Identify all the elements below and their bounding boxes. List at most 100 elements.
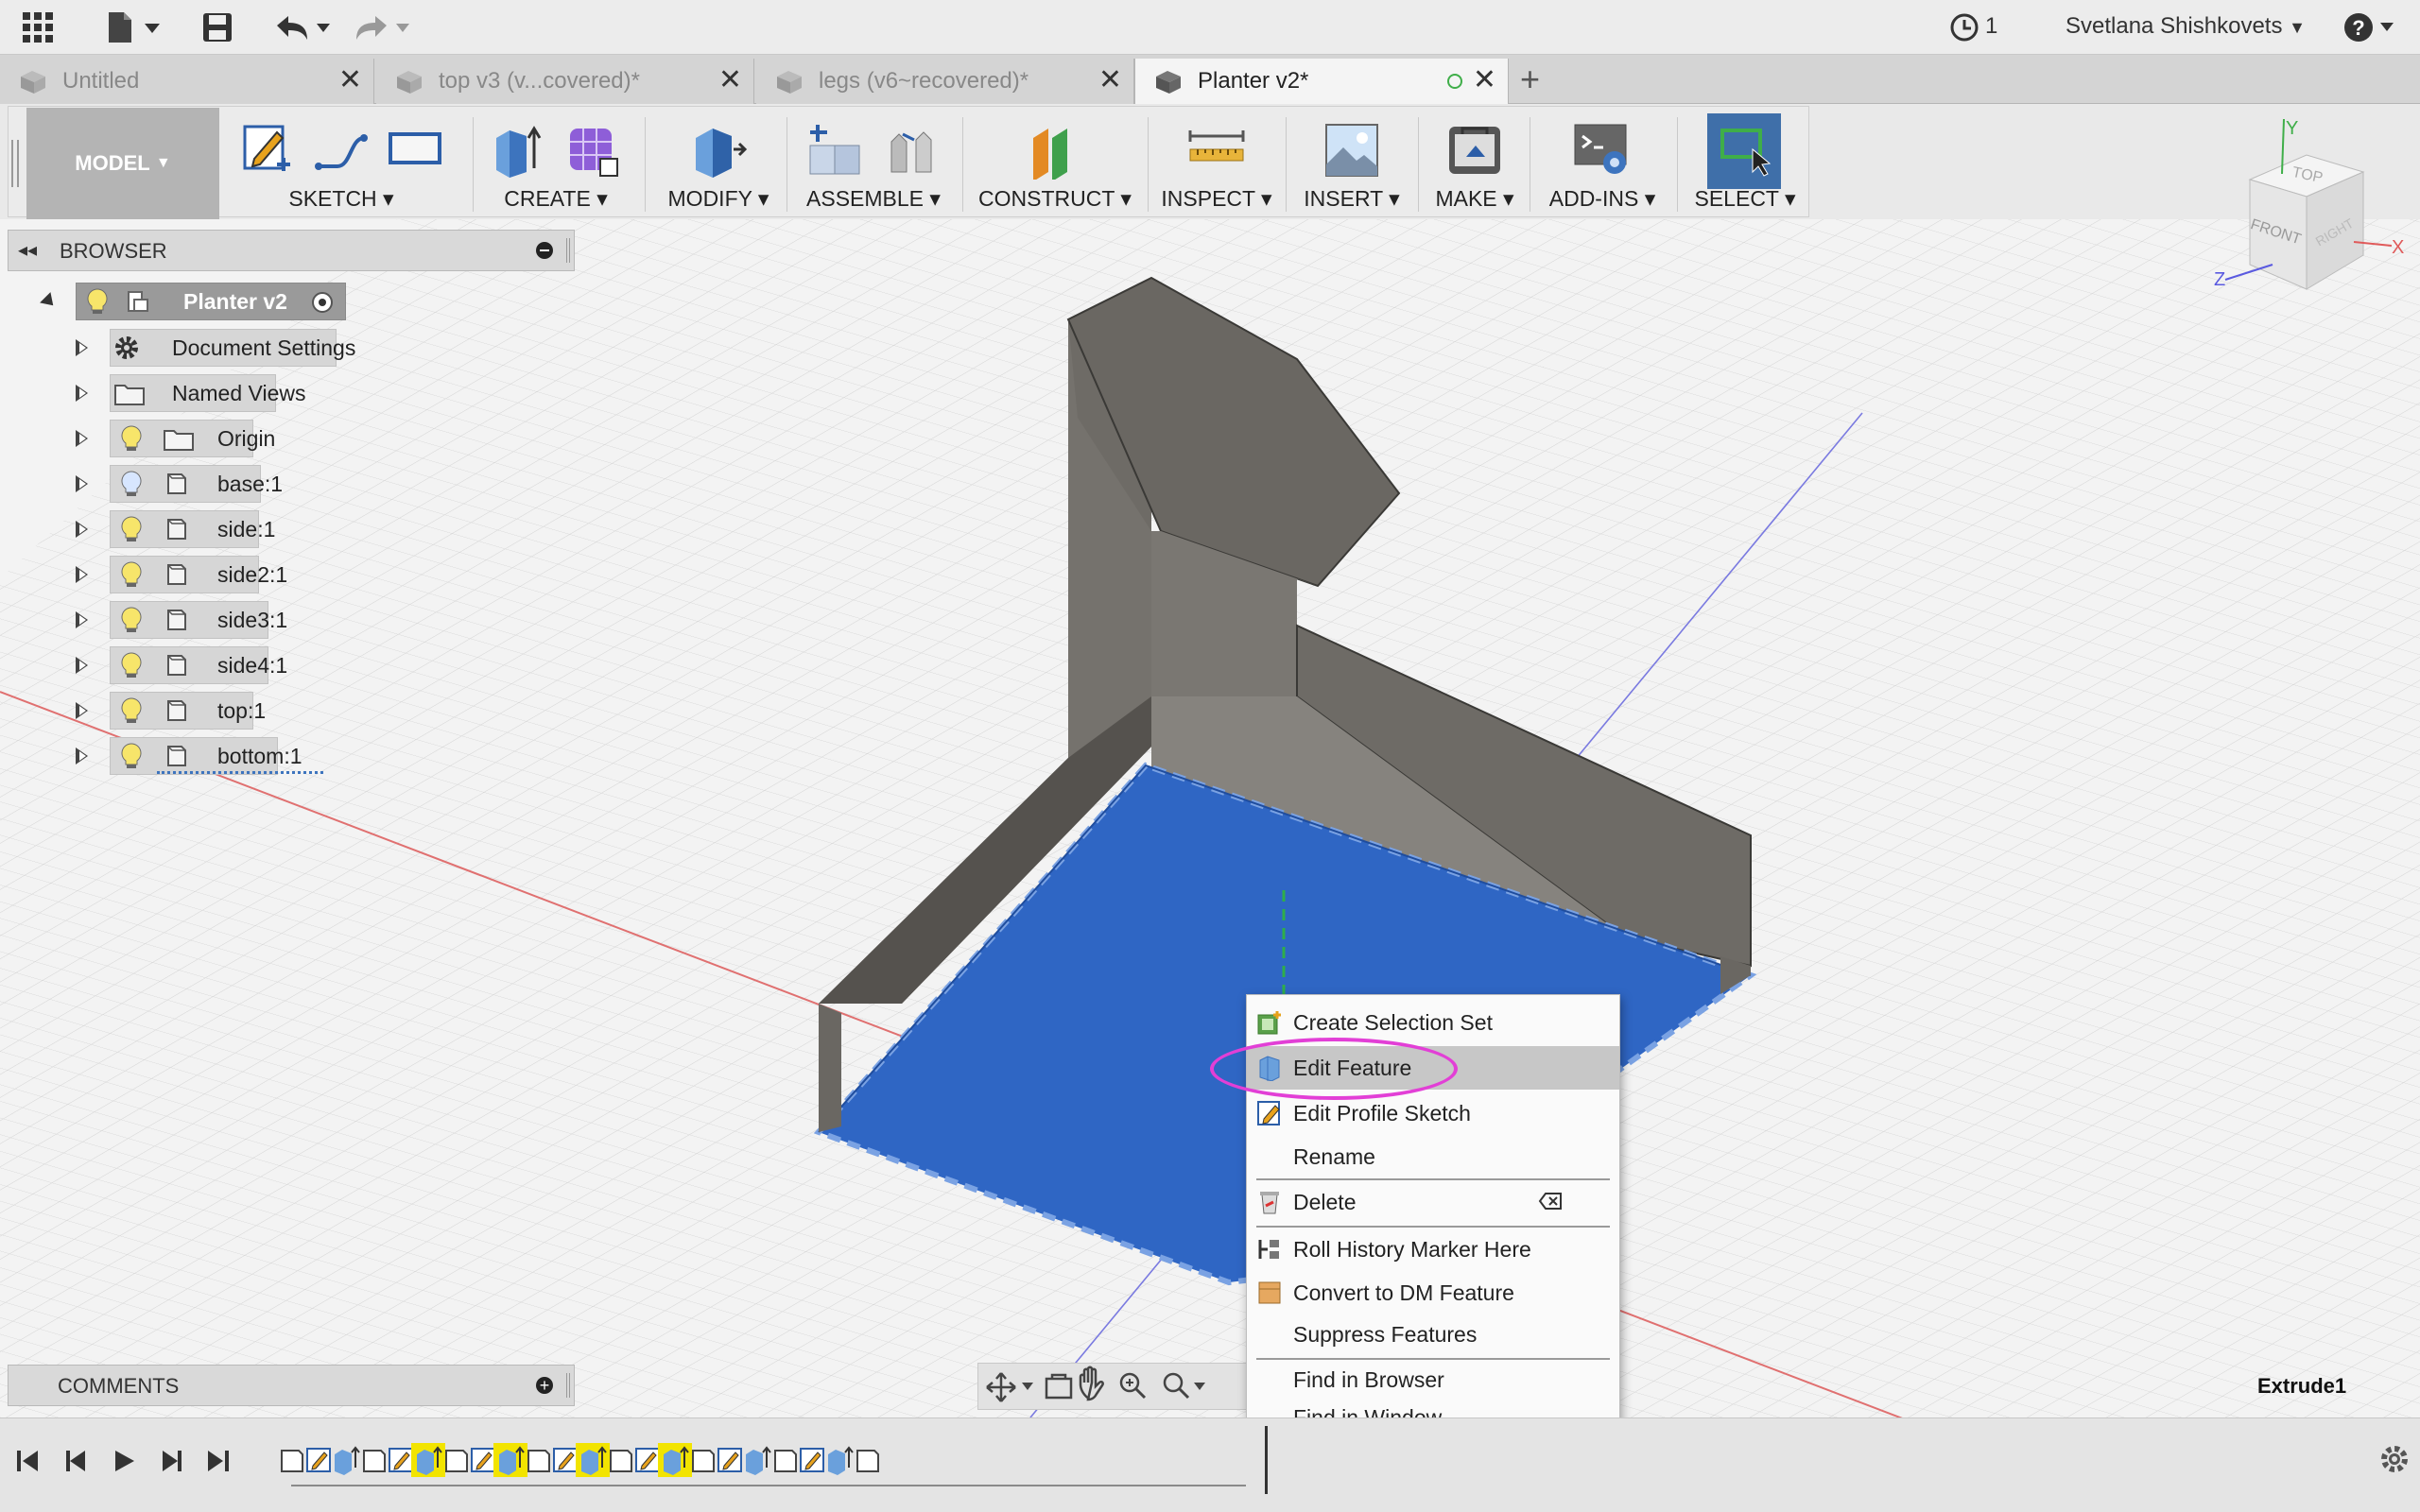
form-icon[interactable] [564, 121, 621, 180]
active-component-radio-icon[interactable] [312, 292, 333, 313]
lightbulb-icon[interactable] [119, 470, 144, 498]
lightbulb-icon[interactable] [119, 742, 144, 770]
browser-panel-header[interactable]: ◂◂ BROWSER [8, 230, 575, 271]
lightbulb-icon[interactable] [119, 696, 144, 725]
tab-planter-v2[interactable]: Planter v2* ✕ [1134, 59, 1509, 104]
tree-item[interactable]: side:1 [66, 510, 369, 548]
lightbulb-icon[interactable] [119, 560, 144, 589]
orbit-icon[interactable] [986, 1372, 1033, 1402]
collapse-triangle-icon[interactable] [40, 292, 59, 311]
jobs-count[interactable]: 1 [1985, 13, 1997, 40]
go-to-end-icon[interactable] [204, 1447, 233, 1475]
job-status-icon[interactable] [1945, 9, 1983, 46]
help-icon[interactable]: ? [2341, 9, 2397, 46]
file-menu-button[interactable] [98, 9, 164, 46]
tree-item[interactable]: bottom:1 [66, 737, 369, 775]
close-icon[interactable]: ✕ [718, 66, 742, 94]
joint-icon[interactable] [882, 121, 941, 180]
minimize-icon[interactable] [536, 242, 553, 259]
insert-image-icon[interactable] [1322, 121, 1381, 180]
rectangle-icon[interactable] [387, 121, 443, 180]
inspect-group[interactable]: INSPECT ▾ [1153, 108, 1280, 219]
tree-item-label: Document Settings [172, 335, 356, 360]
tree-item[interactable]: Named Views [66, 374, 369, 412]
separator [786, 117, 787, 212]
3d-print-icon[interactable] [1445, 121, 1504, 180]
measure-icon[interactable] [1186, 121, 1247, 180]
lightbulb-icon[interactable] [119, 651, 144, 679]
timeline-settings-gear-icon[interactable] [2378, 1443, 2411, 1475]
tree-item[interactable]: side4:1 [66, 646, 369, 684]
new-component-icon[interactable] [806, 121, 865, 180]
modify-group[interactable]: MODIFY ▾ [652, 108, 785, 219]
zoom-icon[interactable] [1119, 1372, 1147, 1400]
y-axis-label: Y [2286, 118, 2298, 139]
add-comment-icon[interactable]: + [536, 1377, 553, 1394]
tree-item[interactable]: side2:1 [66, 556, 369, 593]
offset-plane-icon[interactable] [1024, 121, 1086, 180]
add-ins-group[interactable]: ADD-INS ▾ [1533, 108, 1671, 219]
comments-panel-header[interactable]: COMMENTS + [8, 1365, 575, 1406]
tree-item[interactable]: Origin [66, 420, 369, 457]
tab-legs[interactable]: legs (v6~recovered)* ✕ [756, 59, 1134, 104]
menu-item-label: Find in Browser [1293, 1366, 1444, 1392]
create-group[interactable]: CREATE ▾ [478, 108, 633, 219]
history-marker[interactable] [1265, 1426, 1268, 1494]
tree-item[interactable]: side3:1 [66, 601, 369, 639]
view-cube[interactable]: TOP FRONT RIGHT Y X Z [2212, 113, 2411, 312]
workspace-switcher[interactable]: MODEL ▼ [26, 108, 219, 219]
separator [1148, 117, 1149, 212]
look-at-icon[interactable] [1045, 1373, 1073, 1400]
new-tab-button[interactable]: + [1520, 59, 1540, 100]
undo-icon[interactable] [272, 9, 333, 46]
assemble-group[interactable]: ASSEMBLE ▾ [790, 108, 957, 219]
tree-root[interactable]: Planter v2 [38, 283, 359, 320]
user-menu[interactable]: Svetlana Shishkovets ▼ [2066, 13, 2306, 40]
step-back-icon[interactable] [62, 1447, 91, 1475]
collapse-panel-icon[interactable]: ◂◂ [18, 238, 37, 262]
panel-grip[interactable] [566, 1373, 570, 1398]
lightbulb-icon[interactable] [119, 424, 144, 453]
play-icon[interactable] [110, 1447, 138, 1475]
add-ins-menu-label: ADD-INS [1548, 186, 1639, 211]
menu-item-delete[interactable]: Delete [1247, 1180, 1619, 1224]
press-pull-icon[interactable] [688, 121, 749, 180]
menu-item-convert-dm-feature[interactable]: Convert to DM Feature [1247, 1271, 1619, 1314]
panel-grip[interactable] [566, 238, 570, 263]
menu-item-rename[interactable]: Rename [1247, 1135, 1619, 1178]
apps-grid-icon[interactable] [17, 9, 59, 46]
go-to-start-icon[interactable] [13, 1447, 42, 1475]
construct-group[interactable]: CONSTRUCT ▾ [968, 108, 1142, 219]
step-forward-icon[interactable] [157, 1447, 185, 1475]
close-icon[interactable]: ✕ [1473, 66, 1496, 94]
redo-icon[interactable] [352, 9, 412, 46]
create-sketch-icon[interactable] [239, 121, 296, 180]
timeline-feature[interactable] [850, 1443, 884, 1477]
save-icon[interactable] [199, 9, 236, 46]
close-icon[interactable]: ✕ [1098, 66, 1122, 94]
lightbulb-icon[interactable] [119, 606, 144, 634]
select-group[interactable]: SELECT ▾ [1692, 108, 1798, 219]
lightbulb-icon[interactable] [119, 515, 144, 543]
menu-item-roll-history-marker[interactable]: Roll History Marker Here [1247, 1228, 1619, 1271]
menu-item-suppress-features[interactable]: Suppress Features [1247, 1313, 1619, 1356]
pan-icon[interactable] [1079, 1366, 1104, 1401]
scripts-addins-icon[interactable] [1571, 121, 1634, 180]
toolbar-grip[interactable] [11, 140, 19, 187]
construct-menu-label: CONSTRUCT [978, 186, 1115, 211]
lightbulb-icon[interactable] [85, 287, 110, 316]
insert-group[interactable]: INSERT ▾ [1291, 108, 1412, 219]
sketch-group[interactable]: SKETCH ▾ [225, 108, 458, 219]
tree-item[interactable]: Document Settings [66, 329, 369, 367]
tab-untitled[interactable]: Untitled ✕ [0, 59, 374, 104]
close-icon[interactable]: ✕ [338, 66, 362, 94]
menu-item-label: Create Selection Set [1293, 1009, 1493, 1035]
tab-top-v3[interactable]: top v3 (v...covered)* ✕ [376, 59, 754, 104]
line-icon[interactable] [313, 121, 370, 180]
tree-item[interactable]: base:1 [66, 465, 369, 503]
make-group[interactable]: MAKE ▾ [1424, 108, 1526, 219]
select-icon[interactable] [1715, 121, 1775, 180]
fit-icon[interactable] [1163, 1372, 1205, 1400]
extrude-icon[interactable] [491, 121, 547, 180]
tree-item[interactable]: top:1 [66, 692, 369, 730]
